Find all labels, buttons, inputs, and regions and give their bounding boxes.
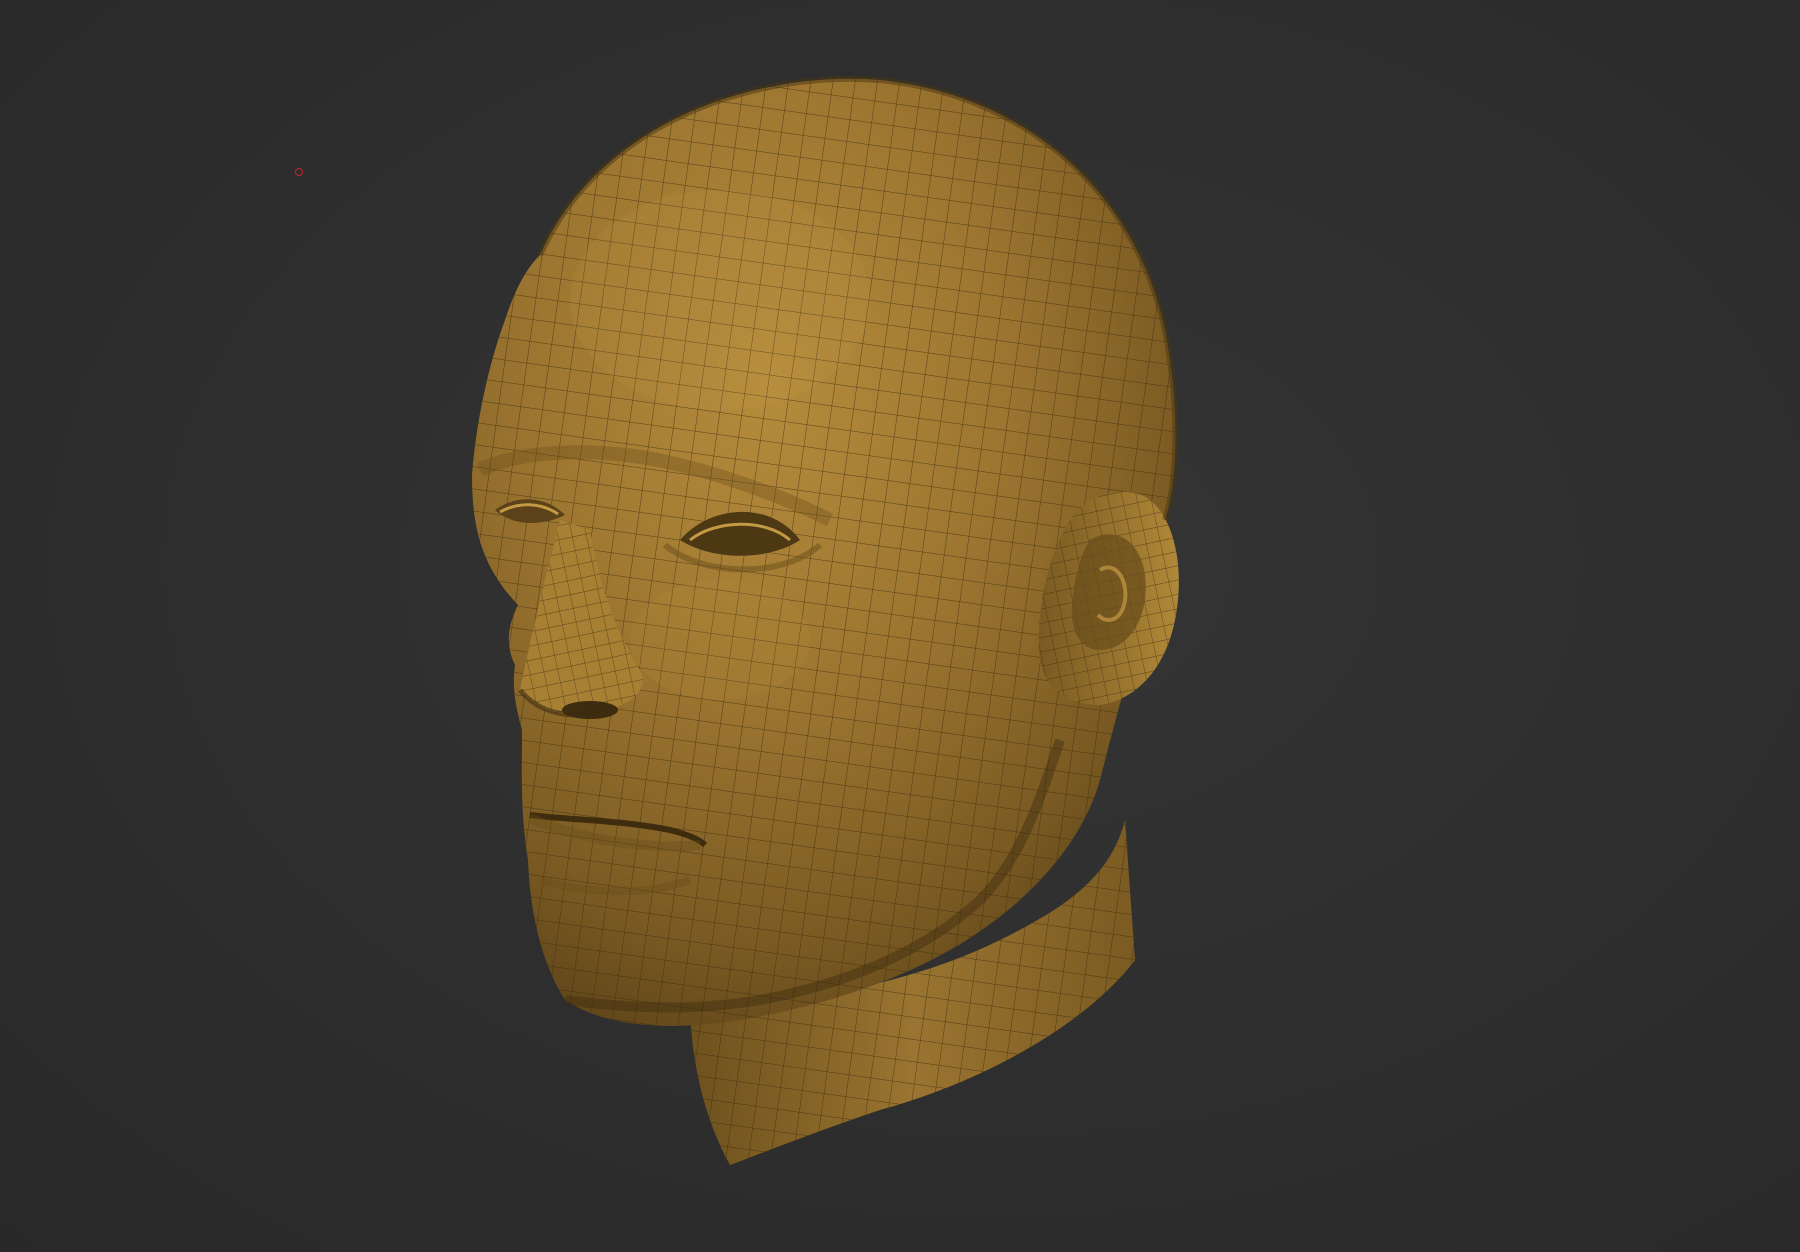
- 3d-viewport[interactable]: [0, 0, 1800, 1252]
- head-mesh-model[interactable]: [0, 0, 1800, 1252]
